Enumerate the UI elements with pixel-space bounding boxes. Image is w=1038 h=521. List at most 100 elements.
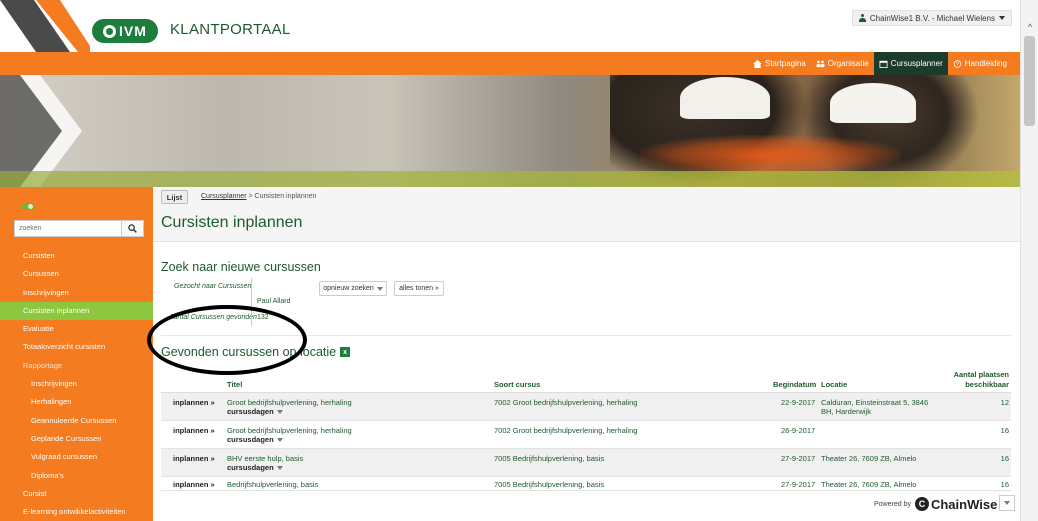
cursusdagen-label: cursusdagen: [227, 407, 274, 416]
course-location-line2: BH, Harderwijk: [821, 407, 872, 416]
sidebar-subitem-geplande[interactable]: Geplande Cursussen: [0, 430, 153, 448]
inplannen-link[interactable]: inplannen »: [173, 480, 215, 489]
course-title: BHV eerste hulp, basis: [227, 454, 304, 463]
table-header: Titel Soort cursus Begindatum Locatie Aa…: [161, 366, 1011, 393]
chevron-down-icon: [999, 16, 1005, 20]
nav-item-label: Organisatie: [827, 59, 869, 68]
annotation-oval: [147, 305, 307, 375]
search-section-title: Zoek naar nieuwe cursussen: [161, 260, 321, 274]
cursusdagen-label: cursusdagen: [227, 463, 274, 472]
inplannen-link[interactable]: inplannen »: [173, 454, 215, 463]
sidebar-subitem-geannuleerde[interactable]: Geannuleerde Cursussen: [0, 412, 153, 430]
nav-item-handleiding[interactable]: ? Handleiding: [948, 52, 1012, 75]
chainwise-logo: C ChainWise: [914, 496, 998, 512]
sidebar-item-inschrijvingen[interactable]: Inschrijvingen: [0, 284, 153, 302]
column-header-locatie[interactable]: Locatie: [821, 380, 847, 389]
banner-helmet: [830, 83, 916, 123]
column-header-soort[interactable]: Soort cursus: [494, 380, 540, 389]
search-icon: [128, 224, 137, 233]
portal-title: KLANTPORTAAL: [170, 21, 291, 38]
sidebar-section-rapportage[interactable]: Rapportage: [0, 357, 153, 375]
search-button[interactable]: [121, 221, 143, 236]
column-header-titel[interactable]: Titel: [227, 380, 242, 389]
page-scrollbar[interactable]: ^: [1020, 0, 1038, 521]
course-location: Calduran, Einsteinstraat 5, 3846: [821, 398, 929, 407]
sidebar-menu: Cursisten Cursussen Inschrijvingen Cursi…: [0, 247, 153, 521]
table-row: inplannen » BHV eerste hulp, basis cursu…: [161, 449, 1011, 477]
cursusdagen-toggle[interactable]: cursusdagen: [227, 435, 283, 444]
available-seats: 16: [1000, 426, 1009, 435]
people-icon: [816, 60, 825, 67]
nav-item-cursusplanner[interactable]: Cursusplanner: [873, 52, 948, 75]
sidebar-subitem-inschrijvingen[interactable]: Inschrijvingen: [0, 375, 153, 393]
lijst-button[interactable]: Lijst: [161, 190, 188, 204]
sidebar-subitem-herhalingen[interactable]: Herhalingen: [0, 393, 153, 411]
sidebar-toggle[interactable]: [22, 203, 34, 210]
sidebar-item-evaluatie[interactable]: Evaluatie: [0, 320, 153, 338]
title-bar: Lijst Cursusplanner > Cursisten inplanne…: [153, 187, 1020, 242]
ivm-logo[interactable]: IVM: [92, 19, 158, 43]
scrollbar-thumb[interactable]: [1024, 36, 1035, 126]
nav-item-startpagina[interactable]: Startpagina: [748, 52, 811, 75]
user-menu[interactable]: ChainWise1 B.V. - Michael Wielens: [851, 10, 1012, 26]
chainwise-logo-icon: C: [914, 497, 929, 511]
sidebar-item-cursisten[interactable]: Cursisten: [0, 247, 153, 265]
course-location: Theater 26, 7609 ZB, Almelo: [821, 480, 917, 489]
cursusdagen-toggle[interactable]: cursusdagen: [227, 407, 283, 416]
sidebar-item-cursist[interactable]: Cursist: [0, 485, 153, 503]
search-again-button[interactable]: opnieuw zoeken: [319, 281, 387, 296]
user-icon: [858, 14, 866, 22]
sidebar-item-cursisten-inplannen[interactable]: Cursisten inplannen: [0, 301, 153, 321]
sidebar-subitem-vulgraad[interactable]: Vulgraad cursussen: [0, 448, 153, 466]
searched-label: Gezocht naar Cursussen: [174, 283, 252, 290]
logo-ring-icon: [103, 24, 117, 38]
course-title: Groot bedrijfshulpverlening, herhaling: [227, 426, 352, 435]
table-row: inplannen » Groot bedrijfshulpverlening,…: [161, 421, 1011, 449]
powered-by-label: Powered by: [874, 500, 911, 508]
breadcrumb-link-cursusplanner[interactable]: Cursusplanner: [201, 193, 247, 200]
scroll-up-icon[interactable]: ^: [1025, 22, 1035, 32]
table-row: inplannen » Bedrijfshulpverlening, basis…: [161, 477, 1011, 491]
search-again-label: opnieuw zoeken: [323, 285, 374, 292]
course-location: Theater 26, 7609 ZB, Almelo: [821, 454, 917, 463]
show-all-button[interactable]: alles tonen »: [394, 281, 444, 296]
available-seats: 16: [1000, 480, 1009, 489]
sidebar-search: [14, 220, 144, 237]
logo-text: IVM: [119, 23, 147, 39]
page-title: Cursisten inplannen: [161, 214, 303, 231]
searched-value: Paul Allard: [257, 298, 291, 305]
sidebar-item-cursussen[interactable]: Cursussen: [0, 265, 153, 283]
chainwise-brand: ChainWise: [930, 496, 998, 512]
sidebar-subitem-diplomas[interactable]: Diploma's: [0, 467, 153, 485]
column-header-plaatsen-line2[interactable]: beschikbaar: [965, 380, 1009, 389]
svg-text:?: ?: [956, 61, 959, 67]
table-row: inplannen » Groot bedrijfshulpverlening,…: [161, 393, 1011, 421]
course-type: 7002 Groot bedrijfshulpverlening, herhal…: [494, 398, 638, 407]
sidebar-item-elearning[interactable]: E-learning ontwikkelactiviteiten: [0, 503, 153, 521]
column-header-begindatum[interactable]: Begindatum: [773, 380, 816, 389]
chevron-down-icon: [276, 437, 283, 442]
main-navbar: Startpagina Organisatie Cursusplanner ? …: [0, 52, 1020, 75]
nav-item-label: Startpagina: [764, 59, 806, 68]
sidebar-search-input[interactable]: [15, 221, 121, 236]
chevron-down-icon: [376, 286, 383, 291]
app-header: IVM KLANTPORTAAL ChainWise1 B.V. - Micha…: [0, 0, 1020, 52]
breadcrumb-current: Cursisten inplannen: [254, 193, 317, 200]
chevron-down-icon: [276, 409, 283, 414]
column-header-plaatsen-line1[interactable]: Aantal plaatsen: [954, 370, 1009, 379]
sidebar-item-totaaloverzicht[interactable]: Totaaloverzicht cursisten: [0, 338, 153, 356]
course-title: Bedrijfshulpverlening, basis: [227, 480, 319, 489]
inplannen-link[interactable]: inplannen »: [173, 398, 215, 407]
nav-item-label: Handleiding: [964, 59, 1007, 68]
excel-export-icon[interactable]: x: [340, 347, 351, 357]
powered-by-badge[interactable]: Powered by C ChainWise: [874, 495, 997, 513]
inplannen-link[interactable]: inplannen »: [173, 426, 215, 435]
footer-dropdown-button[interactable]: [999, 495, 1015, 511]
nav-item-organisatie[interactable]: Organisatie: [811, 52, 874, 75]
breadcrumb-separator: >: [246, 193, 255, 200]
cursusdagen-toggle[interactable]: cursusdagen: [227, 463, 283, 472]
available-seats: 12: [1000, 398, 1009, 407]
hero-banner-image: [0, 75, 1020, 187]
course-start-date: 27-9-2017: [781, 480, 816, 489]
course-start-date: 26-9-2017: [781, 426, 816, 435]
